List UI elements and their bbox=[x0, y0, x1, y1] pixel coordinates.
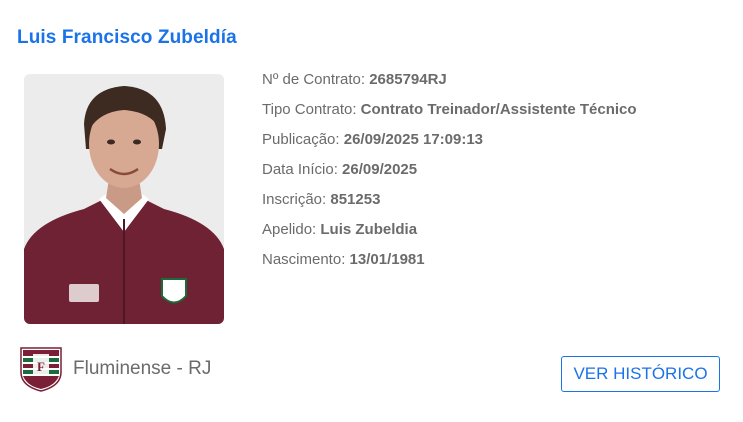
detail-publication: Publicação: 26/09/2025 17:09:13 bbox=[262, 130, 637, 160]
person-portrait-icon bbox=[24, 74, 224, 324]
detail-value: 2685794RJ bbox=[369, 71, 447, 88]
detail-registration: Inscrição: 851253 bbox=[262, 190, 637, 220]
detail-label: Nascimento: bbox=[262, 251, 346, 268]
contract-details: Nº de Contrato: 2685794RJ Tipo Contrato:… bbox=[262, 70, 637, 280]
player-name: Luis Francisco Zubeldía bbox=[17, 27, 237, 48]
club-crest-icon: F bbox=[20, 347, 62, 392]
svg-text:F: F bbox=[37, 359, 45, 374]
detail-nickname: Apelido: Luis Zubeldia bbox=[262, 220, 637, 250]
club-name[interactable]: Fluminense - RJ bbox=[73, 358, 211, 380]
detail-label: Apelido: bbox=[262, 221, 317, 238]
detail-value: 26/09/2025 bbox=[342, 161, 418, 178]
detail-label: Publicação: bbox=[262, 131, 340, 148]
detail-contract-type: Tipo Contrato: Contrato Treinador/Assist… bbox=[262, 100, 637, 130]
club-info: F Fluminense - RJ bbox=[19, 346, 211, 392]
detail-value: 851253 bbox=[330, 191, 381, 208]
detail-value: Luis Zubeldia bbox=[320, 221, 418, 238]
view-history-button[interactable]: VER HISTÓRICO bbox=[561, 356, 720, 392]
detail-label: Data Início: bbox=[262, 161, 338, 178]
detail-value: Contrato Treinador/Assistente Técnico bbox=[360, 101, 637, 118]
detail-birth-date: Nascimento: 13/01/1981 bbox=[262, 250, 637, 280]
detail-label: Inscrição: bbox=[262, 191, 327, 208]
detail-start-date: Data Início: 26/09/2025 bbox=[262, 160, 637, 190]
detail-label: Tipo Contrato: bbox=[262, 101, 357, 118]
person-photo bbox=[24, 74, 224, 324]
detail-value: 26/09/2025 17:09:13 bbox=[343, 131, 484, 148]
detail-contract-number: Nº de Contrato: 2685794RJ bbox=[262, 70, 637, 100]
detail-label: Nº de Contrato: bbox=[262, 71, 366, 88]
detail-value: 13/01/1981 bbox=[349, 251, 425, 268]
